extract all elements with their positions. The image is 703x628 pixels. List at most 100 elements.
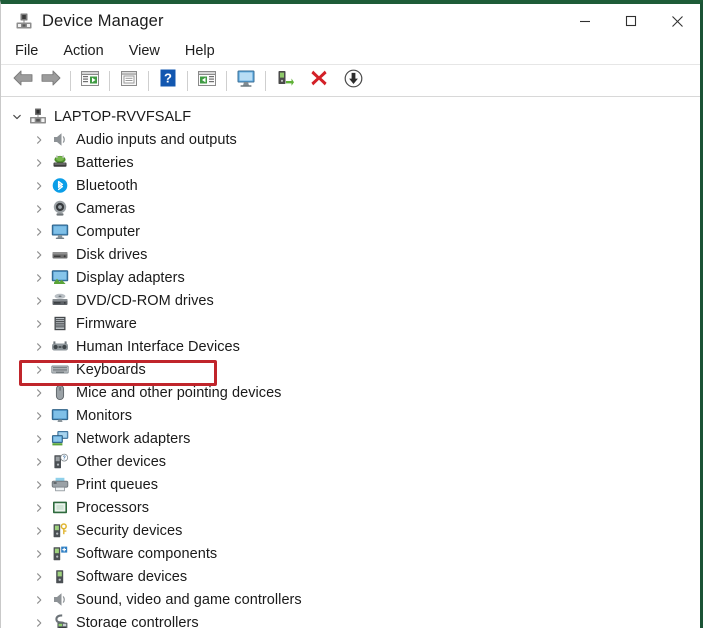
chevron-right-icon[interactable] [31, 569, 47, 585]
tree-item-label: Network adapters [76, 431, 190, 447]
tree-item-software-components[interactable]: Software components [1, 542, 700, 565]
chevron-right-icon[interactable] [31, 201, 47, 217]
chevron-right-icon[interactable] [31, 615, 47, 628]
optical-drive-icon [51, 292, 69, 309]
menu-action[interactable]: Action [63, 43, 103, 59]
tree-item-human-interface-devices[interactable]: Human Interface Devices [1, 335, 700, 358]
chevron-right-icon[interactable] [31, 592, 47, 608]
toolbar-separator [187, 71, 188, 91]
toolbar-separator [70, 71, 71, 91]
chevron-right-icon[interactable] [31, 500, 47, 516]
maximize-button[interactable] [608, 4, 654, 38]
chevron-right-icon[interactable] [31, 224, 47, 240]
update-driver-icon [275, 69, 295, 93]
forward-arrow-icon [40, 69, 62, 92]
tree-item-label: Disk drives [76, 247, 147, 263]
monitor-icon [51, 223, 69, 240]
chevron-right-icon[interactable] [31, 270, 47, 286]
tree-item-cameras[interactable]: Cameras [1, 197, 700, 220]
menu-view[interactable]: View [129, 43, 160, 59]
tree-item-network-adapters[interactable]: Network adapters [1, 427, 700, 450]
tree-item-processors[interactable]: Processors [1, 496, 700, 519]
help-button[interactable]: ? [154, 68, 182, 94]
down-arrow-circle-icon [344, 69, 363, 93]
firmware-icon [51, 315, 69, 332]
chevron-right-icon[interactable] [31, 178, 47, 194]
other-device-icon: ? [51, 453, 69, 470]
network-adapter-icon [51, 430, 69, 447]
svg-text:?: ? [63, 456, 66, 462]
tree-item-label: Keyboards [76, 362, 146, 378]
chevron-right-icon[interactable] [31, 132, 47, 148]
software-device-icon [51, 568, 69, 585]
battery-icon [51, 154, 69, 171]
tree-item-audio-inputs-and-outputs[interactable]: Audio inputs and outputs [1, 128, 700, 151]
bluetooth-icon [51, 177, 69, 194]
tree-item-label: Processors [76, 500, 149, 516]
chevron-right-icon[interactable] [31, 247, 47, 263]
tree-item-sound-video-and-game-controllers[interactable]: Sound, video and game controllers [1, 588, 700, 611]
chevron-right-icon[interactable] [31, 385, 47, 401]
tree-item-firmware[interactable]: Firmware [1, 312, 700, 335]
update-driver-button[interactable] [271, 68, 299, 94]
tree-item-computer[interactable]: Computer [1, 220, 700, 243]
forward-button[interactable] [37, 68, 65, 94]
help-question-icon: ? [159, 69, 177, 92]
tree-root-label: LAPTOP-RVVFSALF [54, 109, 191, 125]
tree-item-storage-controllers[interactable]: Storage controllers [1, 611, 700, 628]
processor-icon [51, 499, 69, 516]
show-hide-console-tree-button[interactable] [76, 68, 104, 94]
properties-button[interactable] [115, 68, 143, 94]
tree-item-bluetooth[interactable]: Bluetooth [1, 174, 700, 197]
tree-item-label: Other devices [76, 454, 166, 470]
chevron-right-icon[interactable] [31, 293, 47, 309]
chevron-right-icon[interactable] [31, 477, 47, 493]
menu-help[interactable]: Help [185, 43, 215, 59]
chevron-right-icon[interactable] [31, 431, 47, 447]
scan-for-hardware-changes-button[interactable] [232, 68, 260, 94]
minimize-button[interactable] [562, 4, 608, 38]
device-manager-icon [15, 12, 33, 30]
back-arrow-icon [12, 69, 34, 92]
tree-item-software-devices[interactable]: Software devices [1, 565, 700, 588]
uninstall-device-button[interactable] [305, 68, 333, 94]
chevron-right-icon[interactable] [31, 454, 47, 470]
tree-item-mice-and-other-pointing-devices[interactable]: Mice and other pointing devices [1, 381, 700, 404]
device-tree[interactable]: LAPTOP-RVVFSALF Audio inputs and outputs [1, 97, 700, 628]
tree-item-disk-drives[interactable]: Disk drives [1, 243, 700, 266]
back-button[interactable] [9, 68, 37, 94]
tree-item-display-adapters[interactable]: Display adapters [1, 266, 700, 289]
tree-item-label: Security devices [76, 523, 182, 539]
tree-item-print-queues[interactable]: Print queues [1, 473, 700, 496]
tree-item-security-devices[interactable]: Security devices [1, 519, 700, 542]
hid-icon [51, 338, 69, 355]
tree-item-monitors[interactable]: Monitors [1, 404, 700, 427]
chevron-right-icon[interactable] [31, 339, 47, 355]
monitor-scan-icon [235, 69, 257, 93]
tree-item-other-devices[interactable]: ? Other devices [1, 450, 700, 473]
red-x-icon [310, 69, 328, 92]
printer-icon [51, 476, 69, 493]
tree-item-label: Sound, video and game controllers [76, 592, 302, 608]
tree-item-label: Storage controllers [76, 615, 199, 628]
chevron-right-icon[interactable] [31, 362, 47, 378]
tree-item-label: Audio inputs and outputs [76, 132, 237, 148]
chevron-right-icon[interactable] [31, 316, 47, 332]
chevron-right-icon[interactable] [31, 546, 47, 562]
tree-item-batteries[interactable]: Batteries [1, 151, 700, 174]
show-hide-action-pane-button[interactable] [193, 68, 221, 94]
chevron-right-icon[interactable] [31, 523, 47, 539]
tree-root-node[interactable]: LAPTOP-RVVFSALF [1, 105, 700, 128]
chevron-right-icon[interactable] [31, 155, 47, 171]
title-bar: Device Manager [1, 4, 700, 38]
close-button[interactable] [654, 4, 700, 38]
menu-file[interactable]: File [15, 43, 38, 59]
disable-device-button[interactable] [339, 68, 367, 94]
device-manager-window: Device Manager File Action [0, 0, 703, 628]
toolbar-separator [109, 71, 110, 91]
chevron-down-icon[interactable] [9, 109, 25, 125]
tree-item-keyboards[interactable]: Keyboards [1, 358, 700, 381]
tree-item-dvd-cd-rom-drives[interactable]: DVD/CD-ROM drives [1, 289, 700, 312]
chevron-right-icon[interactable] [31, 408, 47, 424]
storage-controller-icon [51, 614, 69, 628]
